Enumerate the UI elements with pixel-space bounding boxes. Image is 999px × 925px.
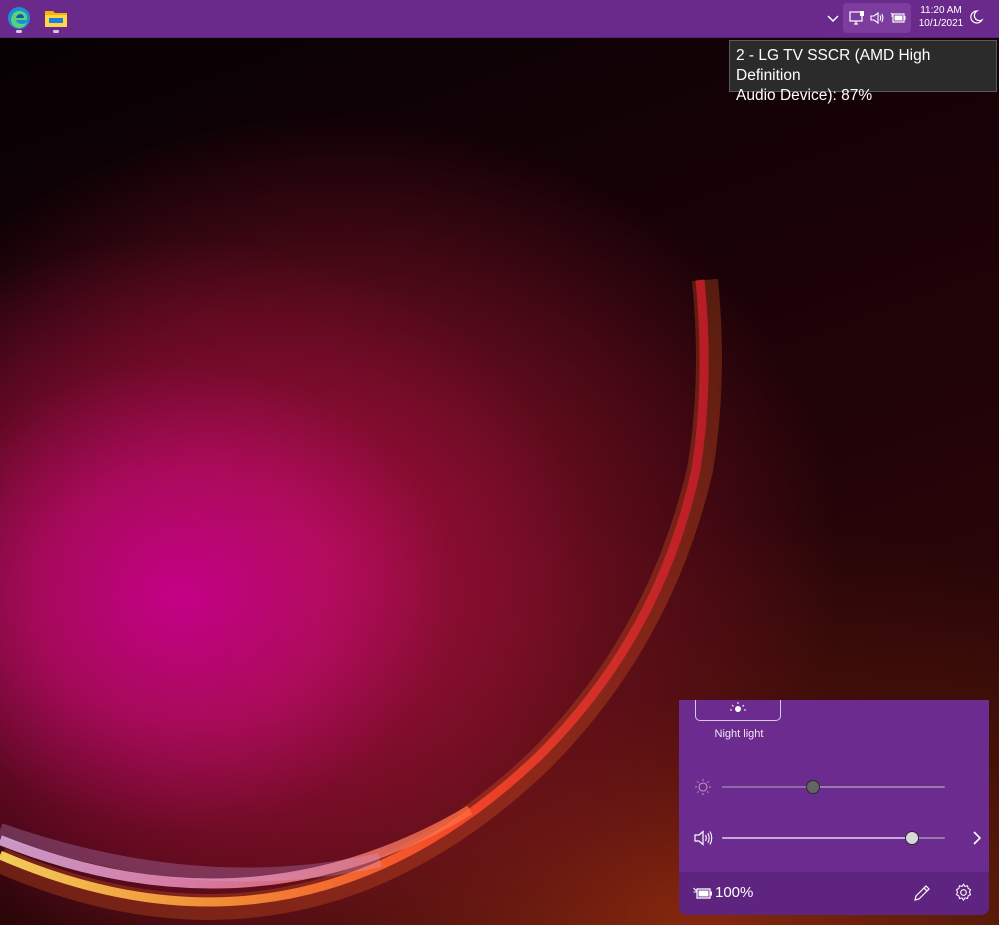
- folder-icon: [45, 11, 67, 27]
- battery-charging-icon[interactable]: [693, 885, 713, 901]
- edge-taskbar-button[interactable]: [4, 3, 34, 33]
- file-explorer-taskbar-button[interactable]: [41, 3, 71, 33]
- night-light-label: Night light: [714, 728, 764, 740]
- night-light-icon: [730, 701, 746, 712]
- volume-tooltip: 2 - LG TV SSCR (AMD High Definition Audi…: [729, 40, 997, 104]
- pencil-icon[interactable]: [912, 883, 932, 903]
- system-tray-group[interactable]: [843, 3, 911, 33]
- night-light-toggle[interactable]: [695, 700, 781, 721]
- tooltip-line-2: Audio Device): 87%: [736, 87, 873, 104]
- quick-settings-panel: Night light 100%: [679, 700, 989, 915]
- volume-icon: [870, 11, 884, 25]
- battery-icon: [890, 12, 906, 23]
- gear-icon[interactable]: [953, 882, 974, 903]
- volume-icon[interactable]: [693, 829, 713, 847]
- clock-date: 10/1/2021: [918, 18, 964, 29]
- chevron-up-icon: [827, 15, 839, 23]
- volume-fill: [722, 837, 912, 839]
- brightness-thumb[interactable]: [806, 780, 821, 794]
- taskbar: 11:20 AM 10/1/2021: [0, 0, 999, 38]
- volume-thumb[interactable]: [904, 831, 919, 845]
- chevron-right-icon[interactable]: [970, 830, 984, 846]
- running-indicator: [16, 30, 22, 33]
- brightness-slider[interactable]: [722, 780, 945, 794]
- running-indicator: [53, 30, 59, 33]
- quick-settings-footer: 100%: [679, 872, 989, 915]
- brightness-fill: [722, 786, 814, 788]
- clock[interactable]: 11:20 AM 10/1/2021: [916, 4, 966, 30]
- sun-icon: [695, 779, 711, 795]
- tooltip-line-1: 2 - LG TV SSCR (AMD High Definition: [736, 47, 931, 84]
- edge-icon: [8, 7, 30, 29]
- focus-assist-button[interactable]: [968, 9, 984, 25]
- volume-slider[interactable]: [722, 831, 945, 845]
- volume-slider-row: [693, 826, 982, 850]
- clock-time: 11:20 AM: [920, 5, 962, 16]
- battery-percentage[interactable]: 100%: [715, 884, 753, 901]
- show-hidden-icons-button[interactable]: [824, 9, 842, 27]
- moon-icon: [970, 10, 984, 24]
- brightness-slider-row: [693, 775, 975, 799]
- network-icon: [849, 11, 864, 25]
